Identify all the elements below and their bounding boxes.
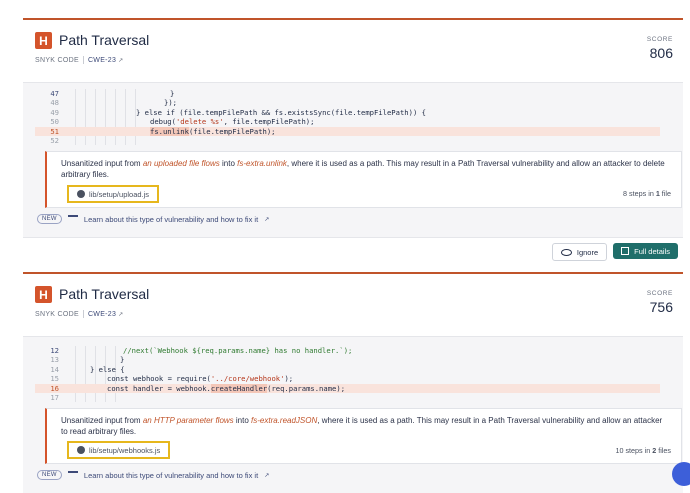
finding-message: Unsanitized input from an uploaded file … [61,159,665,179]
line-number: 14 [50,364,59,374]
issue-meta: SNYK CODE CWE-23 ↗ [35,56,123,64]
file-path: lib/setup/webhooks.js [89,445,161,455]
code-snippet: 12 //next(`Webhook ${req.params.name} ha… [23,346,683,402]
code-text: const handler = webhook.createHandler(re… [107,383,346,393]
line-number: 13 [50,355,59,365]
steps-count: 10 steps in 2 files [615,446,671,455]
graduation-cap-icon [67,470,78,480]
issue-title[interactable]: Path Traversal [59,32,149,48]
line-number: 49 [50,107,59,117]
code-line: 13 } [23,355,683,364]
line-number: 12 [50,346,59,355]
issue-body: 12 //next(`Webhook ${req.params.name} ha… [23,336,683,493]
finding-message: Unsanitized input from an HTTP parameter… [61,416,663,436]
high-severity-badge: H [35,32,52,49]
code-line: 52 [23,136,683,145]
full-details-label: Full details [634,246,670,256]
file-link[interactable]: lib/setup/webhooks.js [67,441,171,459]
learn-link-label: Learn about this type of vulnerability a… [83,470,259,480]
external-link-icon: ↗ [116,311,124,318]
source-link[interactable]: an uploaded file flows [143,159,220,168]
line-number: 47 [50,89,59,98]
code-line: 15 const webhook = require('../core/webh… [23,374,683,383]
code-text: } [120,355,125,365]
line-number: 52 [50,135,59,145]
score-label: SCORE [646,290,673,297]
code-snippet: 47 } 48 }); 49 } else if (file.tempFileP… [23,89,683,145]
code-text: debug('delete %s', file.tempFilePath); [150,117,315,127]
line-number: 48 [50,98,59,108]
new-badge: NEW [37,470,62,480]
learn-link[interactable]: NEW Learn about this type of vulnerabili… [37,214,269,224]
code-line: 14 } else { [23,365,683,374]
line-number: 50 [50,117,59,127]
code-line: 47 } [23,89,683,98]
ignore-label: Ignore [576,247,599,257]
issue-card-1: H Path Traversal SNYK CODE CWE-23 ↗ SCORE… [23,18,683,240]
finding-message-box: Unsanitized input from an HTTP parameter… [45,408,682,464]
eye-off-icon [560,248,572,256]
score-value: 756 [649,299,673,315]
code-line: 12 //next(`Webhook ${req.params.name} ha… [23,346,683,355]
source-label: SNYK CODE [35,56,79,64]
code-text: const webhook = require('../core/webhook… [107,374,294,384]
line-number: 17 [50,392,59,402]
sink-highlight[interactable]: fs.unlink [150,126,189,136]
external-link-icon: ↗ [264,216,270,223]
new-badge: NEW [37,214,62,224]
code-text: //next(`Webhook ${req.params.name} has n… [123,346,353,355]
code-line: 50 debug('delete %s', file.tempFilePath)… [23,117,683,126]
learn-link[interactable]: NEW Learn about this type of vulnerabili… [37,470,269,480]
graduation-cap-icon [67,214,78,224]
sink-link[interactable]: fs-extra.unlink [237,159,287,168]
details-icon [621,247,630,255]
meta-divider [82,310,84,318]
cwe-link[interactable]: CWE-23 [88,311,116,318]
code-line-highlighted: 16 const handler = webhook.createHandler… [35,383,660,393]
github-icon [77,446,85,454]
score-value: 806 [649,45,673,61]
issue-body: 47 } 48 }); 49 } else if (file.tempFileP… [23,82,683,238]
code-line: 49 } else if (file.tempFilePath && fs.ex… [23,108,683,117]
issue-header: H Path Traversal SNYK CODE CWE-23 ↗ SCORE… [23,20,683,82]
learn-link-label: Learn about this type of vulnerability a… [83,214,259,224]
line-number: 16 [50,383,59,393]
line-number: 51 [50,126,59,136]
source-link[interactable]: an HTTP parameter flows [143,416,234,425]
code-line: 17 [23,393,683,402]
code-line: 48 }); [23,98,683,107]
source-label: SNYK CODE [35,310,79,318]
sink-highlight[interactable]: createHandler [210,383,268,393]
external-link-icon: ↗ [264,472,270,479]
chat-widget-icon[interactable] [672,462,690,486]
code-text: fs.unlink(file.tempFilePath); [150,126,276,136]
steps-count: 8 steps in 1 file [623,189,671,198]
finding-message-box: Unsanitized input from an uploaded file … [45,151,682,208]
full-details-button[interactable]: Full details [613,243,678,259]
file-link[interactable]: lib/setup/upload.js [67,185,160,203]
code-text: } else if (file.tempFilePath && fs.exist… [136,107,426,117]
issue-meta: SNYK CODE CWE-23 ↗ [35,310,123,318]
cwe-link[interactable]: CWE-23 [88,57,116,64]
ignore-button[interactable]: Ignore [551,243,608,261]
meta-divider [82,56,84,64]
score-label: SCORE [646,36,673,43]
external-link-icon: ↗ [116,57,124,64]
high-severity-badge: H [35,286,52,303]
code-line-highlighted: 51 fs.unlink(file.tempFilePath); [35,126,660,136]
line-number: 15 [50,374,59,384]
code-text: } else { [90,364,125,374]
code-text: }); [164,98,177,108]
file-path: lib/setup/upload.js [89,189,150,199]
github-icon [77,190,85,198]
code-text: } [170,89,175,98]
issue-card-2: H Path Traversal SNYK CODE CWE-23 ↗ SCORE… [23,272,683,493]
issue-header: H Path Traversal SNYK CODE CWE-23 ↗ SCORE… [23,274,683,336]
issue-title[interactable]: Path Traversal [59,286,149,302]
sink-link[interactable]: fs-extra.readJSON [251,416,317,425]
issue-actions: Ignore Full details [551,243,678,261]
